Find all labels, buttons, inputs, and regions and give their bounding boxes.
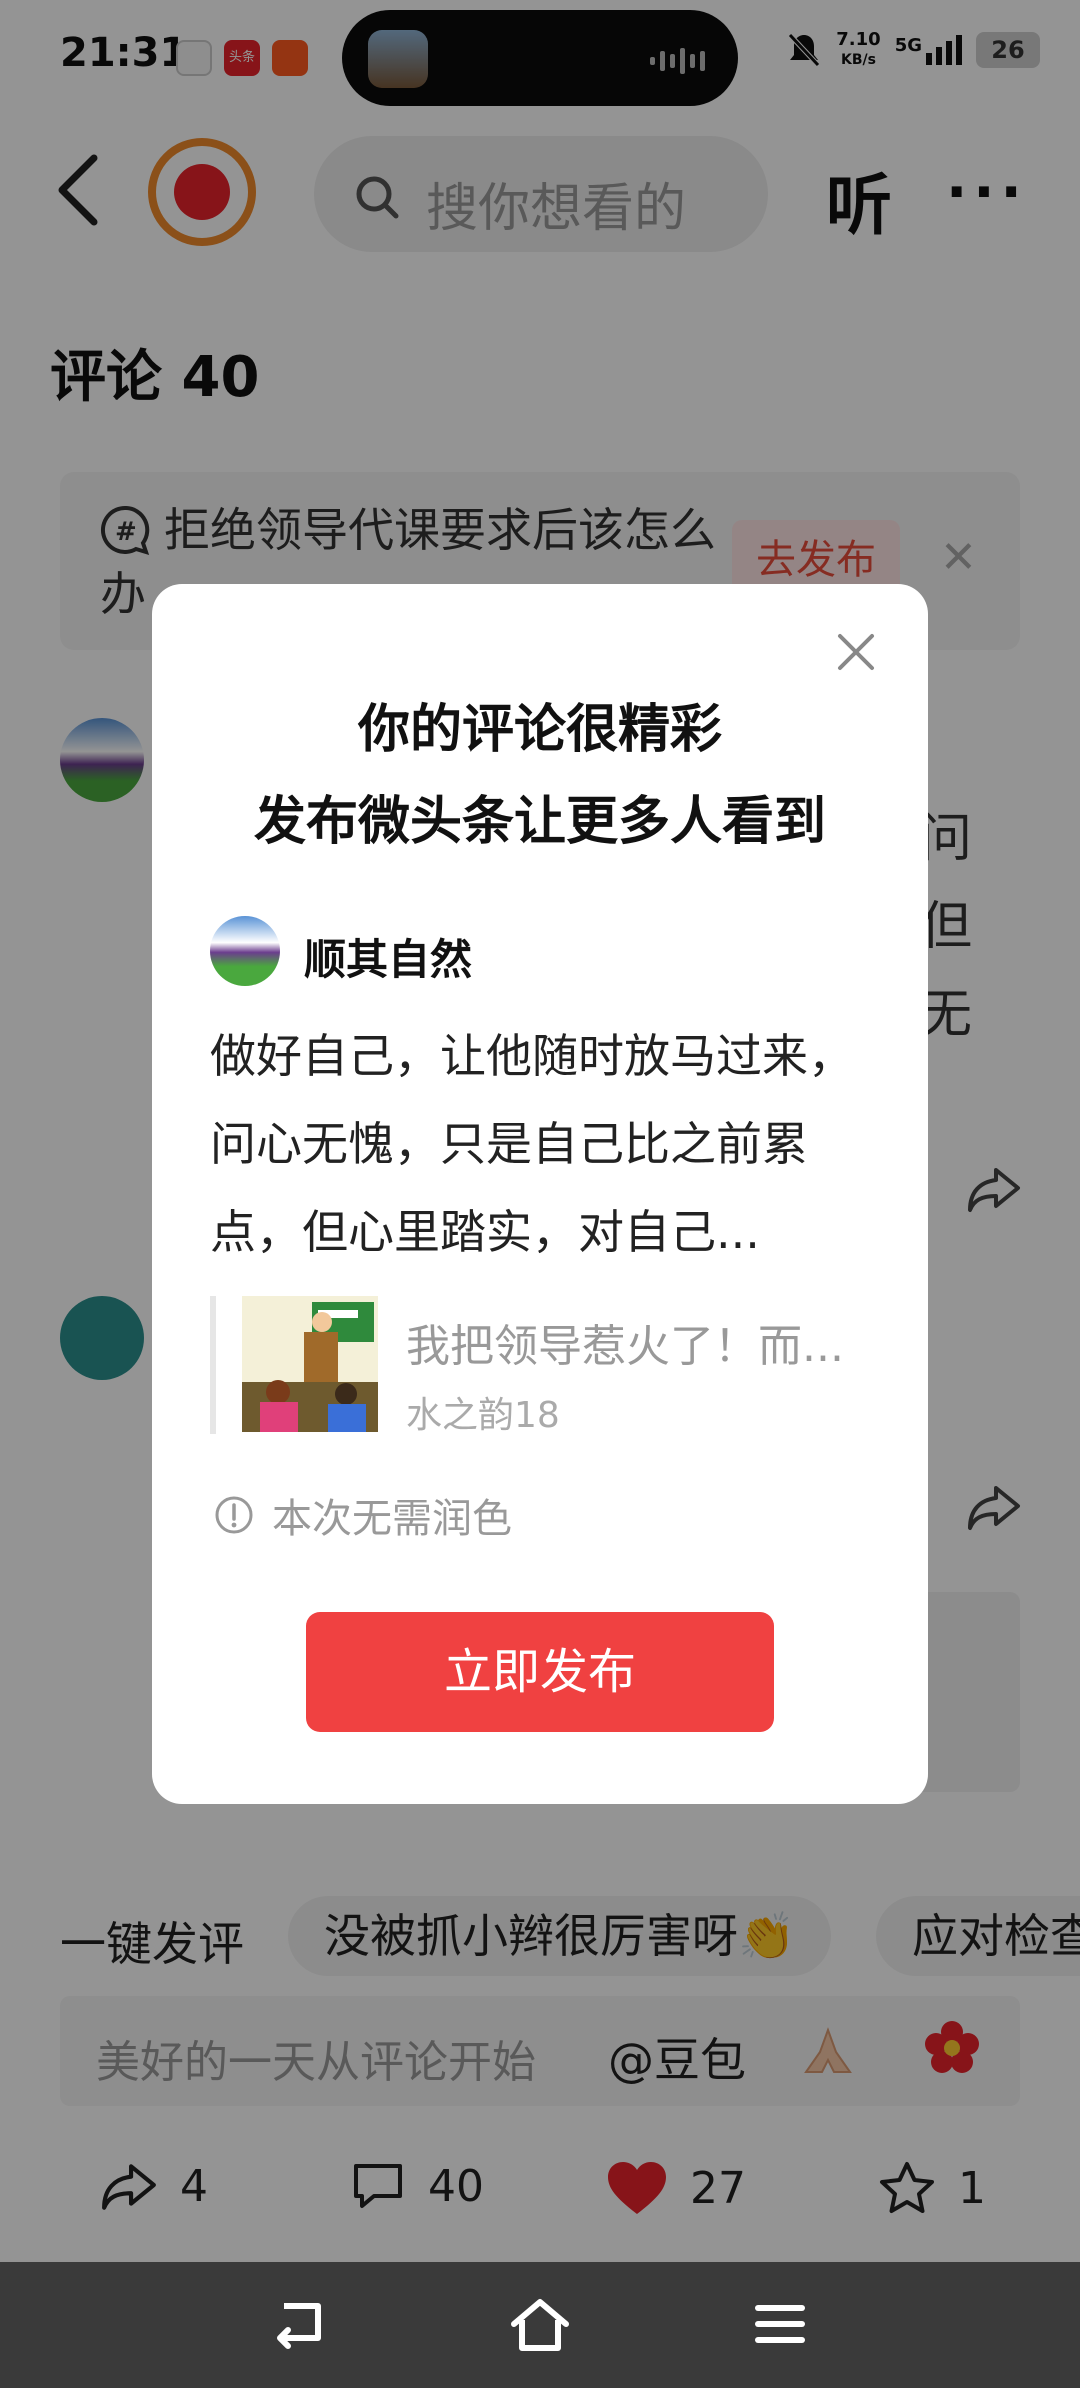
dialog-title-line: 发布微头条让更多人看到 bbox=[253, 792, 826, 852]
polish-hint-text: 本次无需润色 bbox=[272, 1496, 512, 1542]
username: 顺其自然 bbox=[304, 935, 473, 984]
article-thumbnail bbox=[242, 1296, 378, 1432]
system-nav-bar bbox=[0, 2262, 1080, 2388]
article-author: 水之韵18 bbox=[406, 1395, 560, 1436]
system-home-icon[interactable] bbox=[508, 2296, 572, 2352]
avatar bbox=[210, 916, 280, 986]
publish-dialog: 你的评论很精彩 发布微头条让更多人看到 顺其自然 做好自己，让他随时放马过来，问… bbox=[152, 584, 928, 1804]
close-icon[interactable] bbox=[834, 630, 878, 674]
polish-hint: 本次无需润色 bbox=[214, 1486, 512, 1544]
system-back-icon[interactable] bbox=[268, 2296, 332, 2352]
system-menu-icon[interactable] bbox=[748, 2296, 812, 2352]
article-title: 我把领导惹火了！而... bbox=[406, 1321, 844, 1372]
quoted-article: 我把领导惹火了！而... 水之韵18 bbox=[210, 1296, 870, 1436]
info-icon bbox=[215, 1496, 253, 1534]
comment-preview: 做好自己，让他随时放马过来，问心无愧，只是自己比之前累点，但心里踏实，对自己..… bbox=[210, 1029, 854, 1259]
dialog-title: 你的评论很精彩 发布微头条让更多人看到 bbox=[152, 684, 928, 868]
dialog-title-line: 你的评论很精彩 bbox=[357, 700, 722, 760]
publish-now-button[interactable]: 立即发布 bbox=[306, 1612, 774, 1732]
